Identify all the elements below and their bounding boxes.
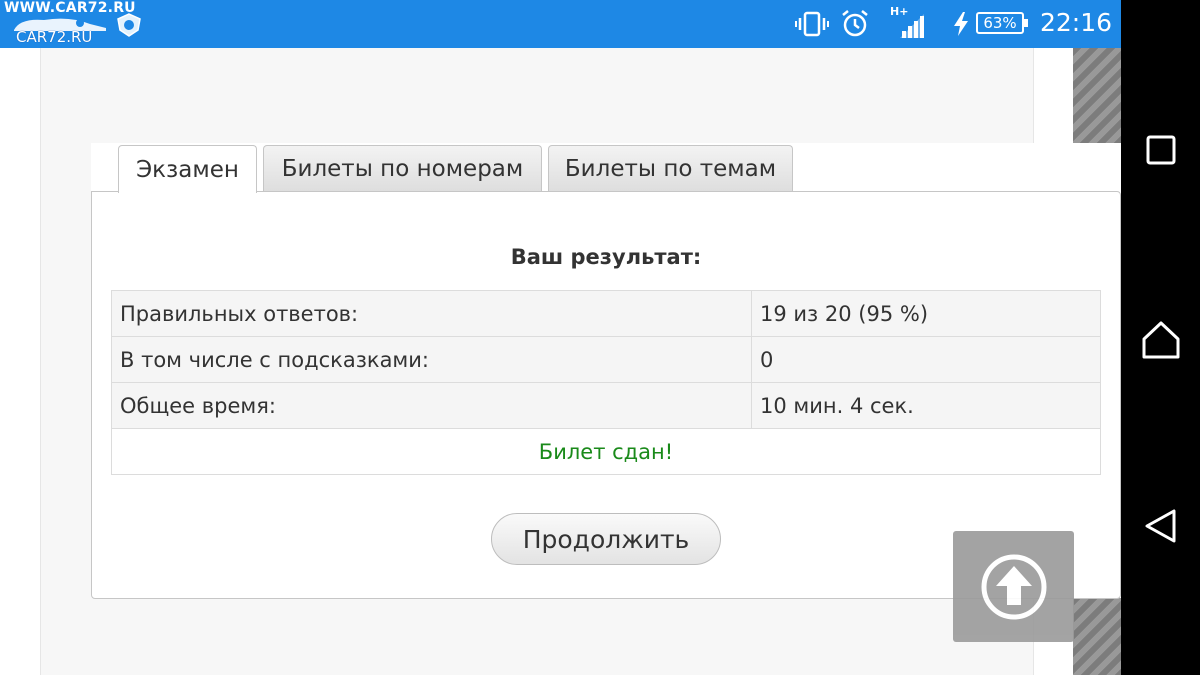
row-value: 10 мин. 4 сек. bbox=[751, 382, 1101, 429]
result-table: Правильных ответов: 19 из 20 (95 %) В то… bbox=[111, 290, 1101, 475]
shield-logo-icon bbox=[117, 13, 141, 37]
table-row: Билет сдан! bbox=[111, 428, 1101, 475]
table-row: Общее время: 10 мин. 4 сек. bbox=[111, 382, 1101, 429]
row-label: Правильных ответов: bbox=[111, 290, 752, 337]
pass-status: Билет сдан! bbox=[111, 428, 1101, 475]
battery-level: 63% bbox=[983, 14, 1017, 32]
back-button[interactable] bbox=[1121, 486, 1200, 566]
arrow-up-circle-icon bbox=[981, 554, 1046, 619]
side-banner-image-bottom bbox=[1073, 598, 1121, 675]
side-banner-image-top bbox=[1073, 48, 1121, 143]
table-row: В том числе с подсказками: 0 bbox=[111, 336, 1101, 383]
recents-square-icon bbox=[1146, 135, 1175, 165]
row-label: В том числе с подсказками: bbox=[111, 336, 752, 383]
home-button[interactable] bbox=[1121, 300, 1200, 380]
home-icon bbox=[1142, 321, 1179, 359]
row-value: 0 bbox=[751, 336, 1101, 383]
vibrate-icon bbox=[795, 11, 829, 37]
status-bar: WWW.CAR72.RU CAR72.RU H+ 63% 22:16 bbox=[0, 0, 1121, 48]
continue-button[interactable]: Продолжить bbox=[491, 513, 721, 565]
scroll-to-top-button[interactable] bbox=[953, 531, 1074, 642]
site-logo: WWW.CAR72.RU CAR72.RU bbox=[4, 0, 144, 48]
clock: 22:16 bbox=[1040, 8, 1113, 37]
navigation-bar bbox=[1121, 0, 1200, 675]
tab-exam-label: Экзамен bbox=[136, 156, 239, 183]
tab-tickets-by-number-label: Билеты по номерам bbox=[281, 155, 524, 182]
tab-tickets-by-topic[interactable]: Билеты по темам bbox=[548, 145, 793, 191]
battery-indicator: 63% bbox=[976, 12, 1028, 34]
back-triangle-icon bbox=[1145, 509, 1175, 543]
continue-button-label: Продолжить bbox=[522, 524, 690, 554]
signal-icon bbox=[900, 14, 924, 38]
row-value: 19 из 20 (95 %) bbox=[751, 290, 1101, 337]
table-row: Правильных ответов: 19 из 20 (95 %) bbox=[111, 290, 1101, 337]
tab-tickets-by-number[interactable]: Билеты по номерам bbox=[263, 145, 542, 191]
tab-tickets-by-topic-label: Билеты по темам bbox=[564, 155, 777, 182]
logo-name-text: CAR72.RU bbox=[16, 28, 93, 46]
tab-exam[interactable]: Экзамен bbox=[118, 145, 257, 193]
alarm-icon bbox=[842, 10, 868, 37]
result-title: Ваш результат: bbox=[510, 245, 702, 269]
row-label: Общее время: bbox=[111, 382, 752, 429]
recents-button[interactable] bbox=[1121, 110, 1200, 190]
charging-icon bbox=[954, 12, 968, 36]
